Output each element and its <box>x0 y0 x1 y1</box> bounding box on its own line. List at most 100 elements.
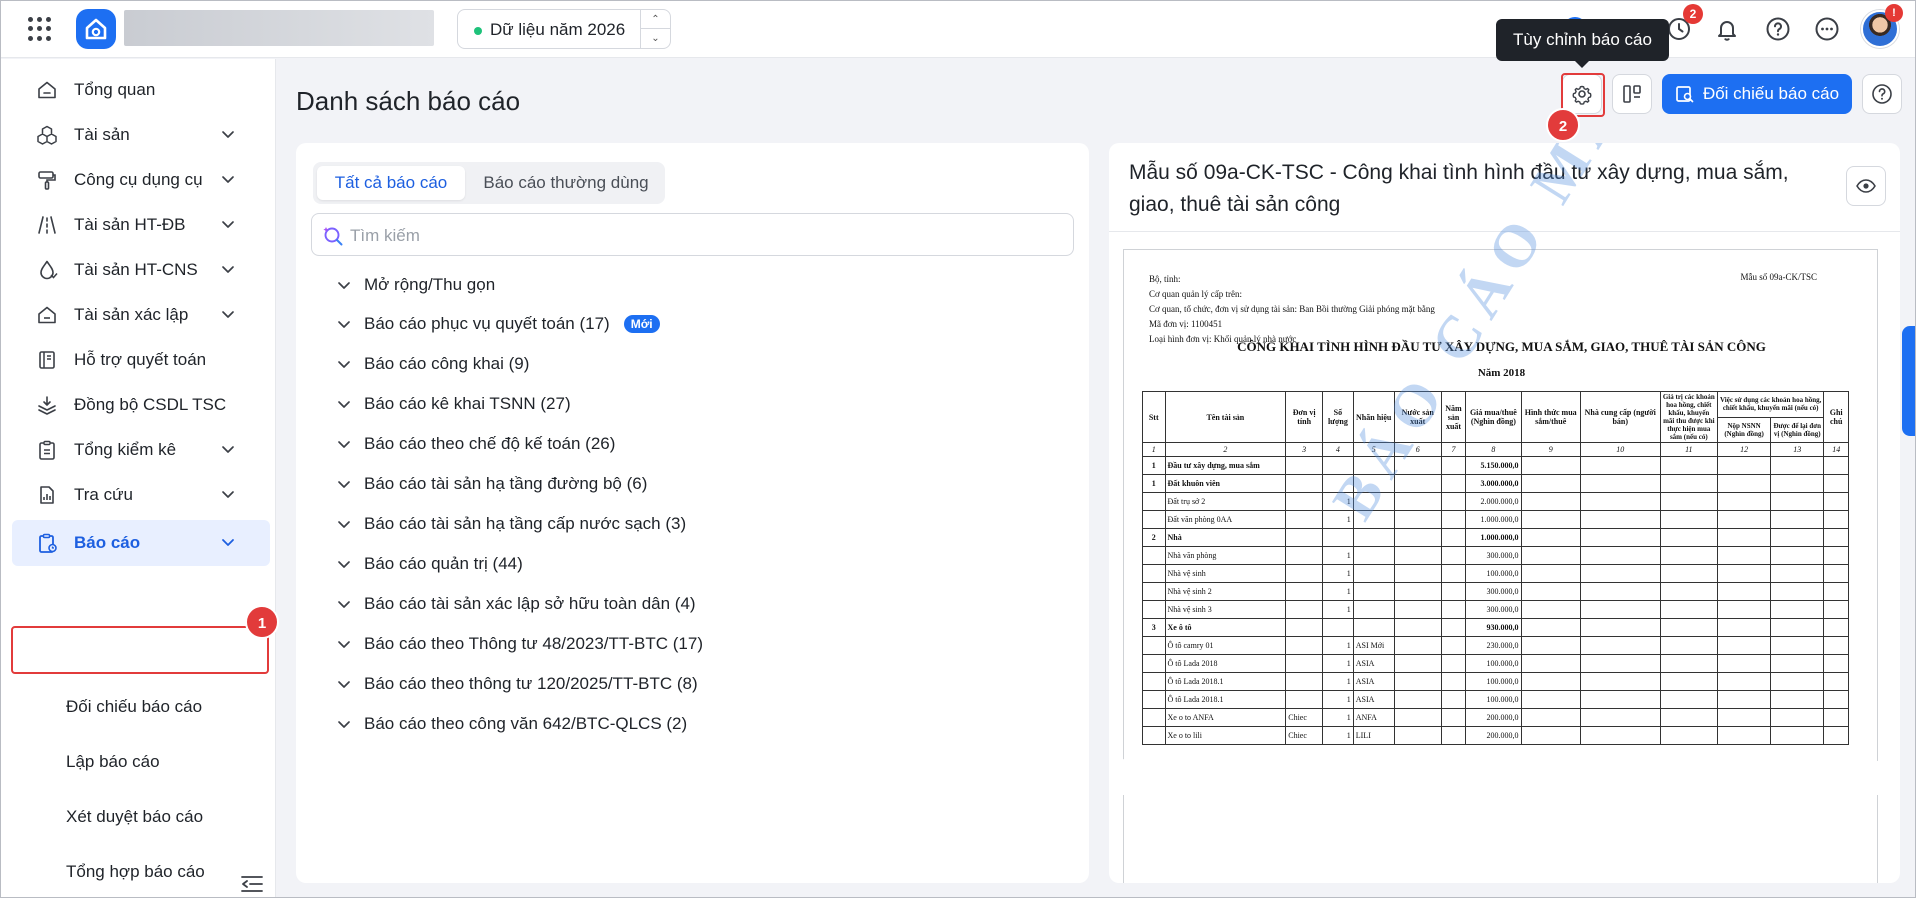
sidebar-item-settlement-support[interactable]: Hỗ trợ quyết toán <box>12 337 270 383</box>
tree-group-declaration[interactable]: Báo cáo kê khai TSNN (27) <box>336 389 571 419</box>
tree-group-public[interactable]: Báo cáo công khai (9) <box>336 349 529 379</box>
tree-group-circular-48[interactable]: Báo cáo theo Thông tư 48/2023/TT-BTC (17… <box>336 629 703 659</box>
cell <box>1823 528 1849 547</box>
cell-stt <box>1142 672 1166 691</box>
sidebar-item-road-assets[interactable]: Tài sản HT-ĐB <box>12 202 270 248</box>
cell <box>1579 546 1661 565</box>
sidebar-item-overview[interactable]: Tổng quan <box>12 67 270 113</box>
reconcile-report-label: Đối chiếu báo cáo <box>1702 84 1840 103</box>
tree-group-dispatch-642[interactable]: Báo cáo theo công văn 642/BTC-QLCS (2) <box>336 709 687 739</box>
meta-line: Mã đơn vị: 1100451 <box>1149 319 1223 329</box>
cell-stt <box>1142 546 1166 565</box>
table-row: Ô tô Lada 2018.1 1 ASIA 100.000,0 <box>1142 672 1849 691</box>
col-header: Stt <box>1142 391 1166 443</box>
cell-price: 300.000,0 <box>1465 600 1522 619</box>
cell-unit <box>1285 636 1324 655</box>
sidebar-item-assets[interactable]: Tài sản <box>12 112 270 158</box>
cell <box>1440 600 1467 619</box>
sidebar-item-tools[interactable]: Công cụ dụng cụ <box>12 157 270 203</box>
page-help-button[interactable] <box>1862 74 1902 114</box>
cell <box>1659 654 1718 673</box>
cell <box>1393 582 1442 601</box>
sidebar-subitem-create-report[interactable]: Lập báo cáo <box>66 752 160 772</box>
cell <box>1393 564 1442 583</box>
col-header: Hình thức mua sắm/thuê <box>1520 391 1581 443</box>
reconcile-report-button[interactable]: Đối chiếu báo cáo <box>1662 74 1852 114</box>
tree-group-water[interactable]: Báo cáo tài sản hạ tầng cấp nước sạch (3… <box>336 509 686 539</box>
chevron-up-icon[interactable]: ⌃ <box>641 10 670 29</box>
cell-stt <box>1142 492 1166 511</box>
cell-name: Ô tô Lada 2018 <box>1164 654 1287 673</box>
sidebar-item-label: Báo cáo <box>74 533 141 552</box>
col-number: 2 <box>1164 442 1287 457</box>
tree-group-settlement[interactable]: Báo cáo phục vụ quyết toán (17) Mới <box>336 309 660 339</box>
sidebar-subitem-reconcile-reports[interactable]: Đối chiếu báo cáo <box>66 697 202 717</box>
layout-columns-icon <box>1623 85 1641 103</box>
collapse-sidebar-icon[interactable] <box>238 873 266 895</box>
cell <box>1770 636 1825 655</box>
cell <box>1716 474 1772 493</box>
cell <box>1716 528 1772 547</box>
app-logo[interactable] <box>76 9 116 49</box>
more-options-icon[interactable] <box>1812 14 1842 44</box>
cell-stt <box>1142 708 1166 727</box>
cell <box>1823 492 1849 511</box>
sidebar-item-established-assets[interactable]: Tài sản xác lập <box>12 292 270 338</box>
cell-qty <box>1322 528 1354 547</box>
year-selector[interactable]: Dữ liệu năm 2026 ⌃ ⌄ <box>457 9 671 49</box>
chevron-down-icon[interactable]: ⌄ <box>641 29 670 48</box>
cell <box>1579 618 1661 637</box>
cell-brand <box>1352 582 1395 601</box>
table-row: Nhà văn phòng 1 300.000,0 <box>1142 546 1849 565</box>
preview-view-button[interactable] <box>1846 166 1886 206</box>
chevron-down-icon <box>338 681 350 688</box>
cell-price: 3.000.000,0 <box>1465 474 1522 493</box>
tree-label: Báo cáo theo Thông tư 48/2023/TT-BTC (17… <box>364 634 703 653</box>
cell-stt <box>1142 600 1166 619</box>
tree-group-road[interactable]: Báo cáo tài sản hạ tầng đường bộ (6) <box>336 469 647 499</box>
tree-group-management[interactable]: Báo cáo quản trị (44) <box>336 549 523 579</box>
tab-frequent-reports[interactable]: Báo cáo thường dùng <box>471 166 661 200</box>
col-number: 13 <box>1770 442 1825 457</box>
sidebar-item-lookup[interactable]: Tra cứu <box>12 472 270 518</box>
tree-group-accounting[interactable]: Báo cáo theo chế độ kế toán (26) <box>336 429 615 459</box>
bell-icon[interactable] <box>1712 14 1742 44</box>
tree-group-public-ownership[interactable]: Báo cáo tài sản xác lập sở hữu toàn dân … <box>336 589 696 619</box>
apps-grid-icon[interactable] <box>28 17 52 41</box>
cell-price: 100.000,0 <box>1465 672 1522 691</box>
tree-group-circular-120[interactable]: Báo cáo theo thông tư 120/2025/TT-BTC (8… <box>336 669 698 699</box>
sidebar-item-sync-database[interactable]: Đồng bộ CSDL TSC <box>12 382 270 428</box>
report-search-icon <box>1676 86 1694 103</box>
side-panel-handle[interactable] <box>1902 326 1916 436</box>
cell <box>1520 528 1581 547</box>
cell <box>1520 690 1581 709</box>
help-icon[interactable] <box>1763 14 1793 44</box>
cell <box>1659 618 1718 637</box>
search-input[interactable]: Tìm kiếm <box>311 213 1074 256</box>
year-stepper[interactable]: ⌃ ⌄ <box>640 10 670 48</box>
cell <box>1520 492 1581 511</box>
cell <box>1393 636 1442 655</box>
cell <box>1393 510 1442 529</box>
cell <box>1393 654 1442 673</box>
tree-expand-collapse[interactable]: Mở rộng/Thu gọn <box>336 270 495 300</box>
sidebar-item-reports[interactable]: Báo cáo <box>12 520 270 566</box>
paint-roller-icon <box>36 169 58 191</box>
cell <box>1520 582 1581 601</box>
help-circle-icon <box>1872 84 1892 104</box>
cell <box>1716 492 1772 511</box>
sidebar-subitem-approve-reports[interactable]: Xét duyệt báo cáo <box>66 807 203 827</box>
col-number: 14 <box>1823 442 1849 457</box>
tab-all-reports[interactable]: Tất cả báo cáo <box>317 166 465 200</box>
sidebar-item-water-assets[interactable]: Tài sản HT-CNS <box>12 247 270 293</box>
clipboard-icon <box>36 439 58 461</box>
cell-unit <box>1285 600 1324 619</box>
cell <box>1520 564 1581 583</box>
layout-toggle-button[interactable] <box>1612 74 1652 114</box>
cell <box>1770 690 1825 709</box>
cell-unit <box>1285 564 1324 583</box>
tree-label: Báo cáo tài sản xác lập sở hữu toàn dân … <box>364 594 696 613</box>
sidebar-subitem-summary-reports[interactable]: Tổng hợp báo cáo <box>66 862 205 882</box>
sidebar-item-inventory[interactable]: Tổng kiểm kê <box>12 427 270 473</box>
cell-name: Đất văn phòng 0AA <box>1164 510 1287 529</box>
